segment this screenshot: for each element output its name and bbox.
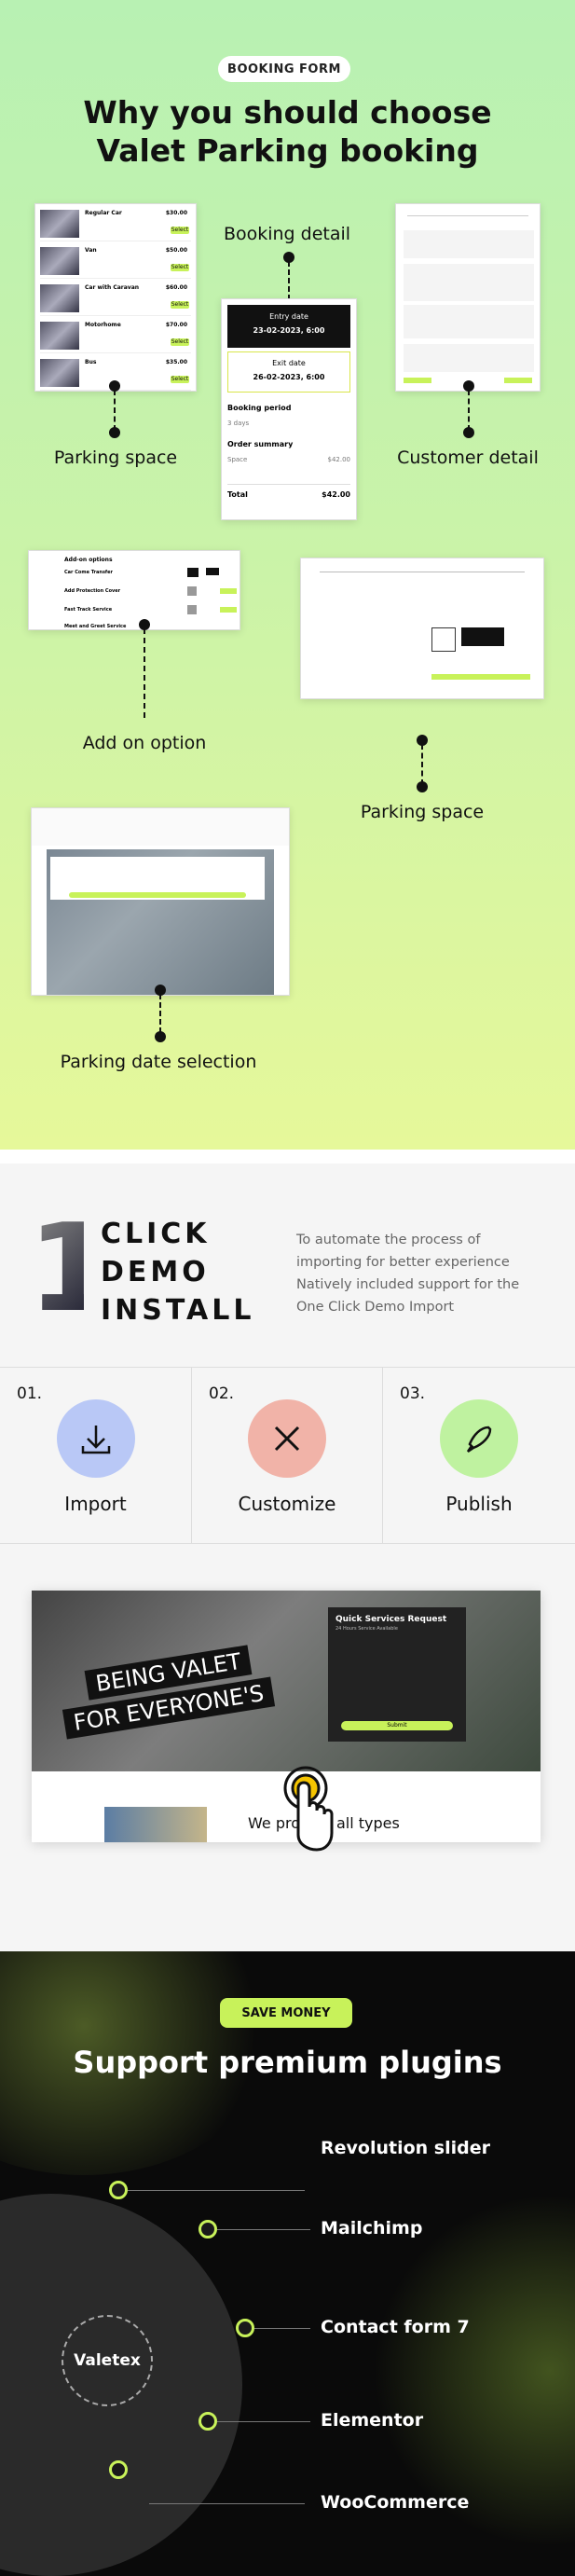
parking-summary-screenshot <box>300 558 544 699</box>
step-customize[interactable]: 02. Customize <box>192 1367 383 1544</box>
demo-title-line1: CLICK <box>101 1218 211 1250</box>
big-number-one: 1 <box>28 1197 113 1339</box>
booking-form-section: BOOKING FORM Why you should choose Valet… <box>0 0 575 1150</box>
plugin-dot <box>109 2181 128 2199</box>
connector-line <box>288 261 290 300</box>
step-publish[interactable]: 03. Publish <box>383 1367 575 1544</box>
customer-detail-screenshot <box>395 203 541 392</box>
booking-period-label: Booking period <box>227 404 292 412</box>
caption-parking-space: Parking space <box>53 448 178 468</box>
step-import[interactable]: 01. Import <box>0 1367 192 1544</box>
plugin-elementor: Elementor <box>321 2410 424 2431</box>
demo-description: To automate the process of importing for… <box>296 1233 520 1315</box>
save-money-badge: SAVE MONEY <box>220 1998 352 2028</box>
connector-line <box>159 994 161 1033</box>
hero-title-line2: Valet Parking booking <box>96 132 479 169</box>
hero-title-line1: Why you should choose <box>83 94 492 131</box>
quick-service-form: Quick Services Request 24 Hours Service … <box>328 1607 466 1742</box>
hand-click-icon <box>278 1760 334 1853</box>
valetex-logo: Valetex <box>62 2315 153 2406</box>
connector-line <box>217 2421 310 2422</box>
connector-line <box>421 744 423 785</box>
plugin-revolution-slider: Revolution slider <box>321 2138 490 2158</box>
caption-booking-detail: Booking detail <box>223 224 351 244</box>
booking-period-value: 3 days <box>227 420 250 427</box>
plugin-dot <box>236 2319 254 2337</box>
connector-line <box>468 390 470 431</box>
plugin-dot <box>199 2220 217 2239</box>
select-button[interactable]: Select <box>171 301 189 309</box>
space-value: $42.00 <box>327 456 351 463</box>
connector-line <box>144 628 145 718</box>
plugin-contact-form-7: Contact form 7 <box>321 2317 470 2337</box>
download-icon <box>56 1399 135 1478</box>
demo-title-line2: DEMO <box>101 1256 210 1288</box>
space-label: Space <box>227 456 248 463</box>
total-value: $42.00 <box>322 490 350 499</box>
theme-preview: BEING VALET FOR EVERYONE'S Quick Service… <box>32 1591 541 1852</box>
total-label: Total <box>227 490 248 499</box>
exit-date-box: Exit date 26-02-2023, 6:00 <box>227 351 350 393</box>
plugin-mailchimp: Mailchimp <box>321 2218 423 2239</box>
plugin-woocommerce: WooCommerce <box>321 2492 470 2513</box>
caption-date-selection: Parking date selection <box>60 1052 257 1072</box>
parking-list-item: Car with Caravan $60.00 Select <box>40 281 191 316</box>
add-on-screenshot: Add-on options Car Come Transfer Add Pro… <box>28 550 240 630</box>
connector-line <box>254 2328 310 2329</box>
connector-dot <box>155 1031 166 1042</box>
tools-icon <box>248 1399 326 1478</box>
connector-dot <box>417 781 428 792</box>
plugin-dot <box>199 2412 217 2431</box>
caption-add-on: Add on option <box>82 733 207 753</box>
select-button[interactable]: Select <box>171 338 189 346</box>
parking-list-item: Van $50.00 Select <box>40 243 191 279</box>
connector-dot <box>109 427 120 438</box>
caption-parking-space-2: Parking space <box>360 802 485 822</box>
caption-customer-detail: Customer detail <box>397 448 539 468</box>
order-summary-label: Order summary <box>227 440 294 448</box>
rocket-icon <box>440 1399 518 1478</box>
booking-form-badge: BOOKING FORM <box>218 56 350 82</box>
submit-button[interactable]: Submit <box>341 1721 453 1730</box>
select-button[interactable]: Select <box>171 227 189 234</box>
select-button[interactable]: Select <box>171 376 189 383</box>
parking-space-screenshot: Regular Car $30.00 Select Van $50.00 Select … <box>34 203 197 392</box>
connector-line <box>217 2229 310 2230</box>
connector-line <box>149 2503 305 2504</box>
plugins-title: Support premium plugins <box>73 2045 502 2080</box>
select-button[interactable]: Select <box>171 264 189 271</box>
entry-date-box: Entry date 23-02-2023, 6:00 <box>227 305 350 348</box>
parking-list-item: Regular Car $30.00 Select <box>40 206 191 241</box>
connector-line <box>114 390 116 431</box>
parking-list-item: Motorhome $70.00 Select <box>40 318 191 353</box>
plugin-dot <box>109 2460 128 2479</box>
premium-plugins-section: SAVE MONEY Support premium plugins Valet… <box>0 1951 575 2576</box>
connector-line <box>128 2190 305 2191</box>
connector-dot <box>463 427 474 438</box>
parking-date-map-screenshot <box>31 807 290 996</box>
demo-title-line3: INSTALL <box>101 1294 255 1327</box>
booking-detail-screenshot: Entry date 23-02-2023, 6:00 Exit date 26… <box>221 298 357 520</box>
